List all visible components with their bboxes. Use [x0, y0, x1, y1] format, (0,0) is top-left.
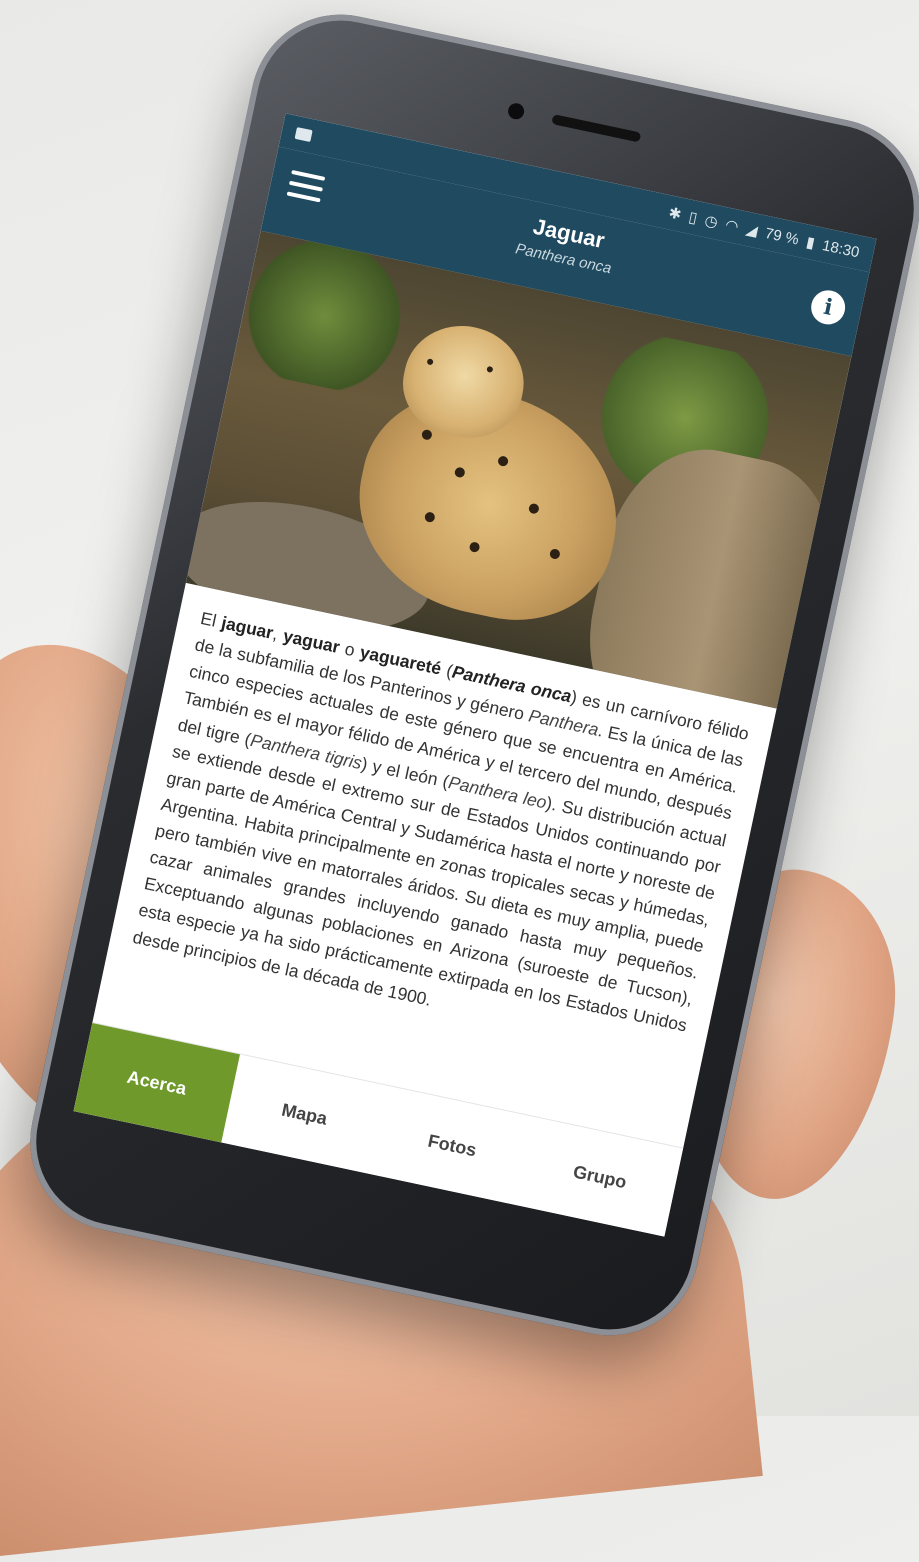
- battery-icon: ▮: [804, 233, 817, 252]
- signal-icon: ◢: [744, 220, 760, 240]
- common-name-2: yaguar: [281, 625, 342, 658]
- common-name-1: jaguar: [219, 612, 276, 643]
- clock: 18:30: [820, 236, 861, 261]
- earpiece-speaker: [551, 114, 642, 143]
- alarm-icon: ◷: [703, 212, 720, 232]
- notification-icon: [294, 127, 313, 143]
- wifi-icon: ◠: [723, 216, 741, 236]
- vibrate-icon: ▯: [687, 208, 699, 227]
- front-camera: [506, 101, 526, 121]
- battery-percent: 79 %: [763, 224, 801, 249]
- bluetooth-icon: ✱: [666, 204, 683, 224]
